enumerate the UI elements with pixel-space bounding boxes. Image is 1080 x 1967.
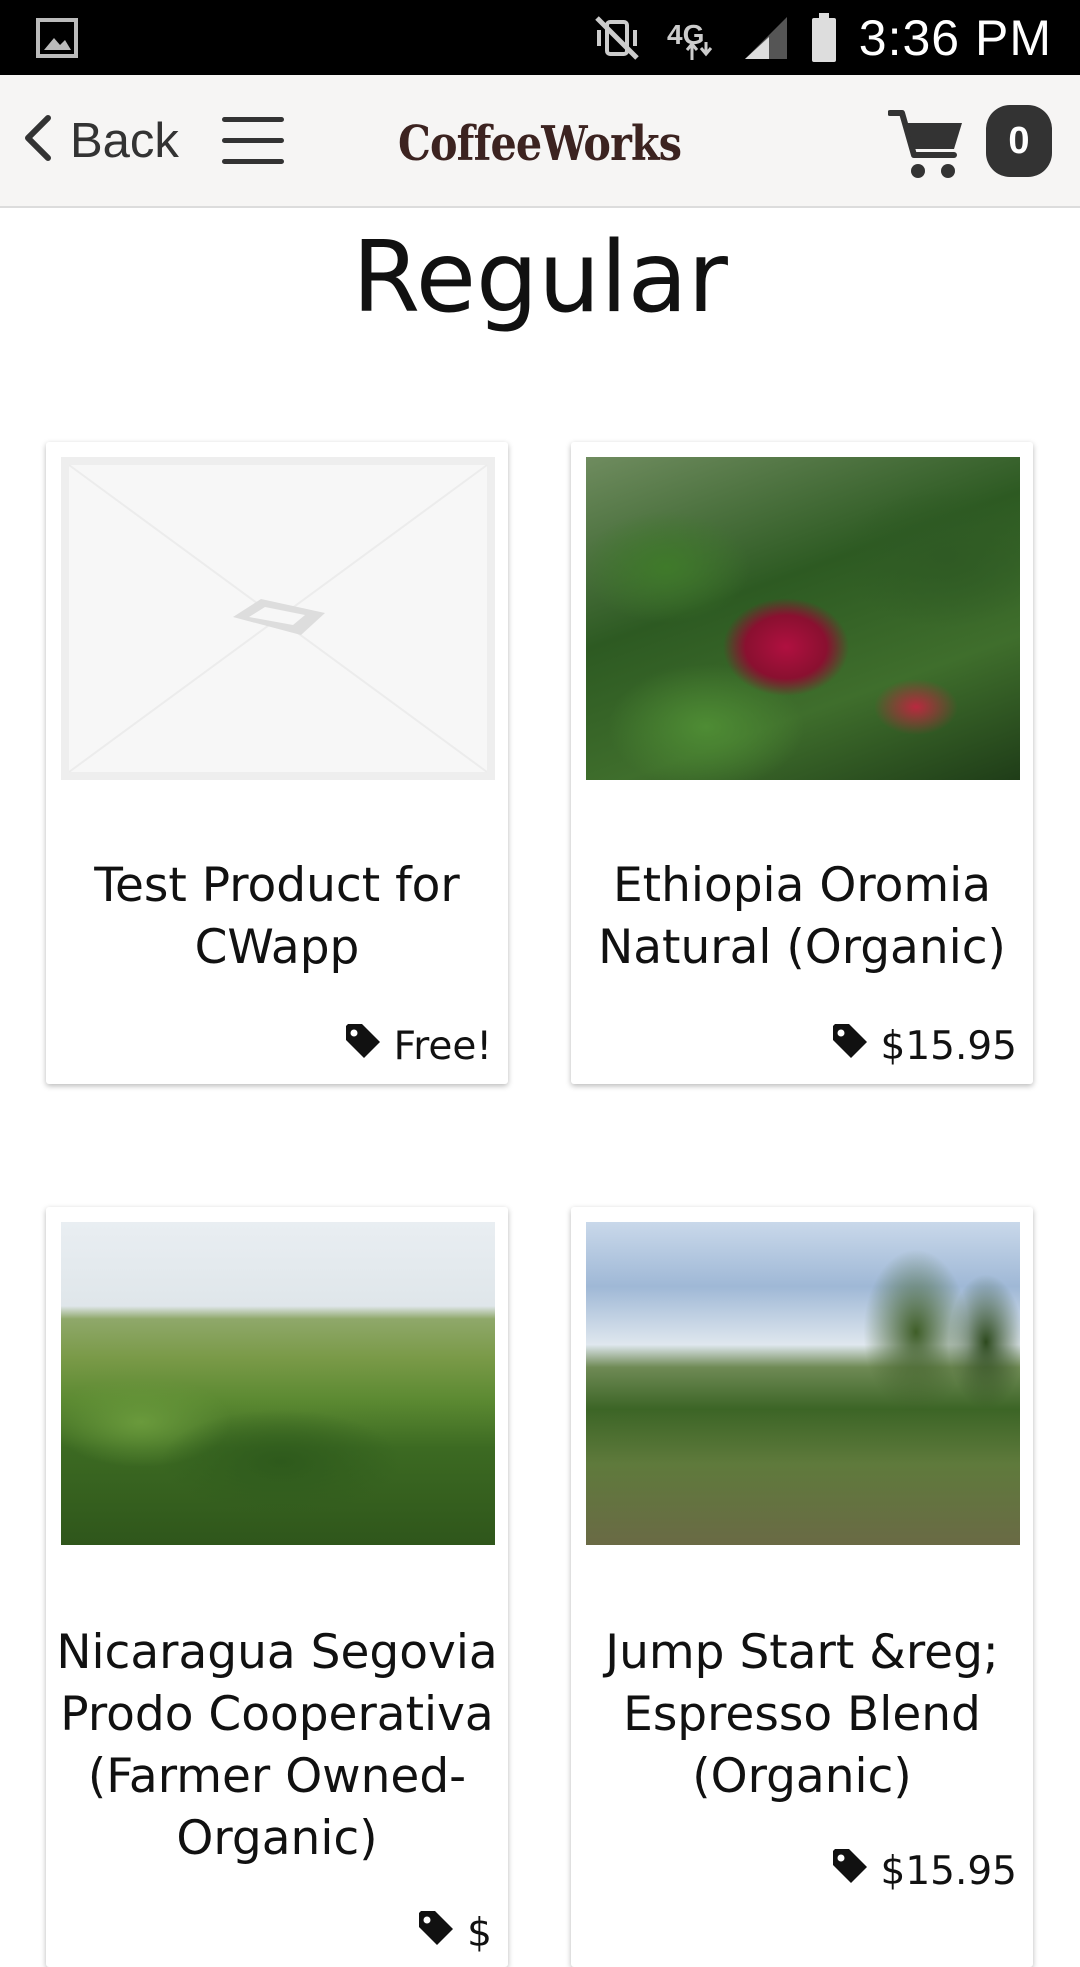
product-card[interactable]: Test Product for CWapp Free! — [46, 442, 508, 1084]
coffee-farm-image — [61, 1222, 495, 1545]
battery-icon — [811, 12, 837, 62]
price-value: Free! — [393, 1023, 492, 1069]
product-name[interactable]: Nicaragua Segovia Prodo Cooperativa (Far… — [56, 1622, 498, 1870]
network-type-icon: 4G — [665, 14, 721, 62]
clock: 3:36 PM — [858, 9, 1052, 66]
app-header: Back CoffeeWorks 0 — [0, 75, 1080, 208]
back-label: Back — [70, 113, 179, 168]
price-value: $ — [467, 1910, 492, 1956]
price-value: $15.95 — [880, 1848, 1017, 1894]
product-price: $15.95 — [831, 1022, 1017, 1070]
product-price: Free! — [344, 1022, 492, 1070]
hamburger-menu-icon[interactable] — [222, 117, 284, 165]
product-card[interactable]: Jump Start &reg; Espresso Blend (Organic… — [571, 1207, 1033, 1967]
product-name[interactable]: Test Product for CWapp — [56, 855, 498, 979]
gallery-notification-icon — [36, 18, 78, 58]
price-tag-icon — [831, 1022, 869, 1070]
price-tag-icon — [831, 1847, 869, 1895]
signal-strength-icon — [743, 14, 789, 62]
coffeeworks-logo: CoffeeWorks — [398, 116, 682, 172]
vibrate-mute-icon — [591, 14, 643, 62]
price-tag-icon — [344, 1022, 382, 1070]
product-card[interactable]: Ethiopia Oromia Natural (Organic) $15.95 — [571, 442, 1033, 1084]
product-price: $ — [417, 1909, 492, 1957]
product-card[interactable]: Nicaragua Segovia Prodo Cooperativa (Far… — [46, 1207, 508, 1967]
svg-text:4G: 4G — [667, 19, 704, 50]
shopping-cart-icon[interactable] — [887, 107, 978, 187]
page-title: Regular — [352, 221, 728, 335]
cart-count-badge[interactable]: 0 — [986, 105, 1052, 177]
price-value: $15.95 — [880, 1023, 1017, 1069]
product-name[interactable]: Ethiopia Oromia Natural (Organic) — [581, 855, 1023, 979]
product-name[interactable]: Jump Start &reg; Espresso Blend (Organic… — [581, 1622, 1023, 1808]
status-bar: 4G 3:36 PM — [0, 0, 1080, 75]
back-button[interactable]: Back — [22, 75, 179, 206]
product-placeholder-image — [61, 457, 495, 780]
price-tag-icon — [417, 1909, 455, 1957]
coffee-cherries-image — [586, 457, 1020, 780]
coffee-plantation-image — [586, 1222, 1020, 1545]
chevron-left-icon — [22, 115, 52, 166]
product-price: $15.95 — [831, 1847, 1017, 1895]
